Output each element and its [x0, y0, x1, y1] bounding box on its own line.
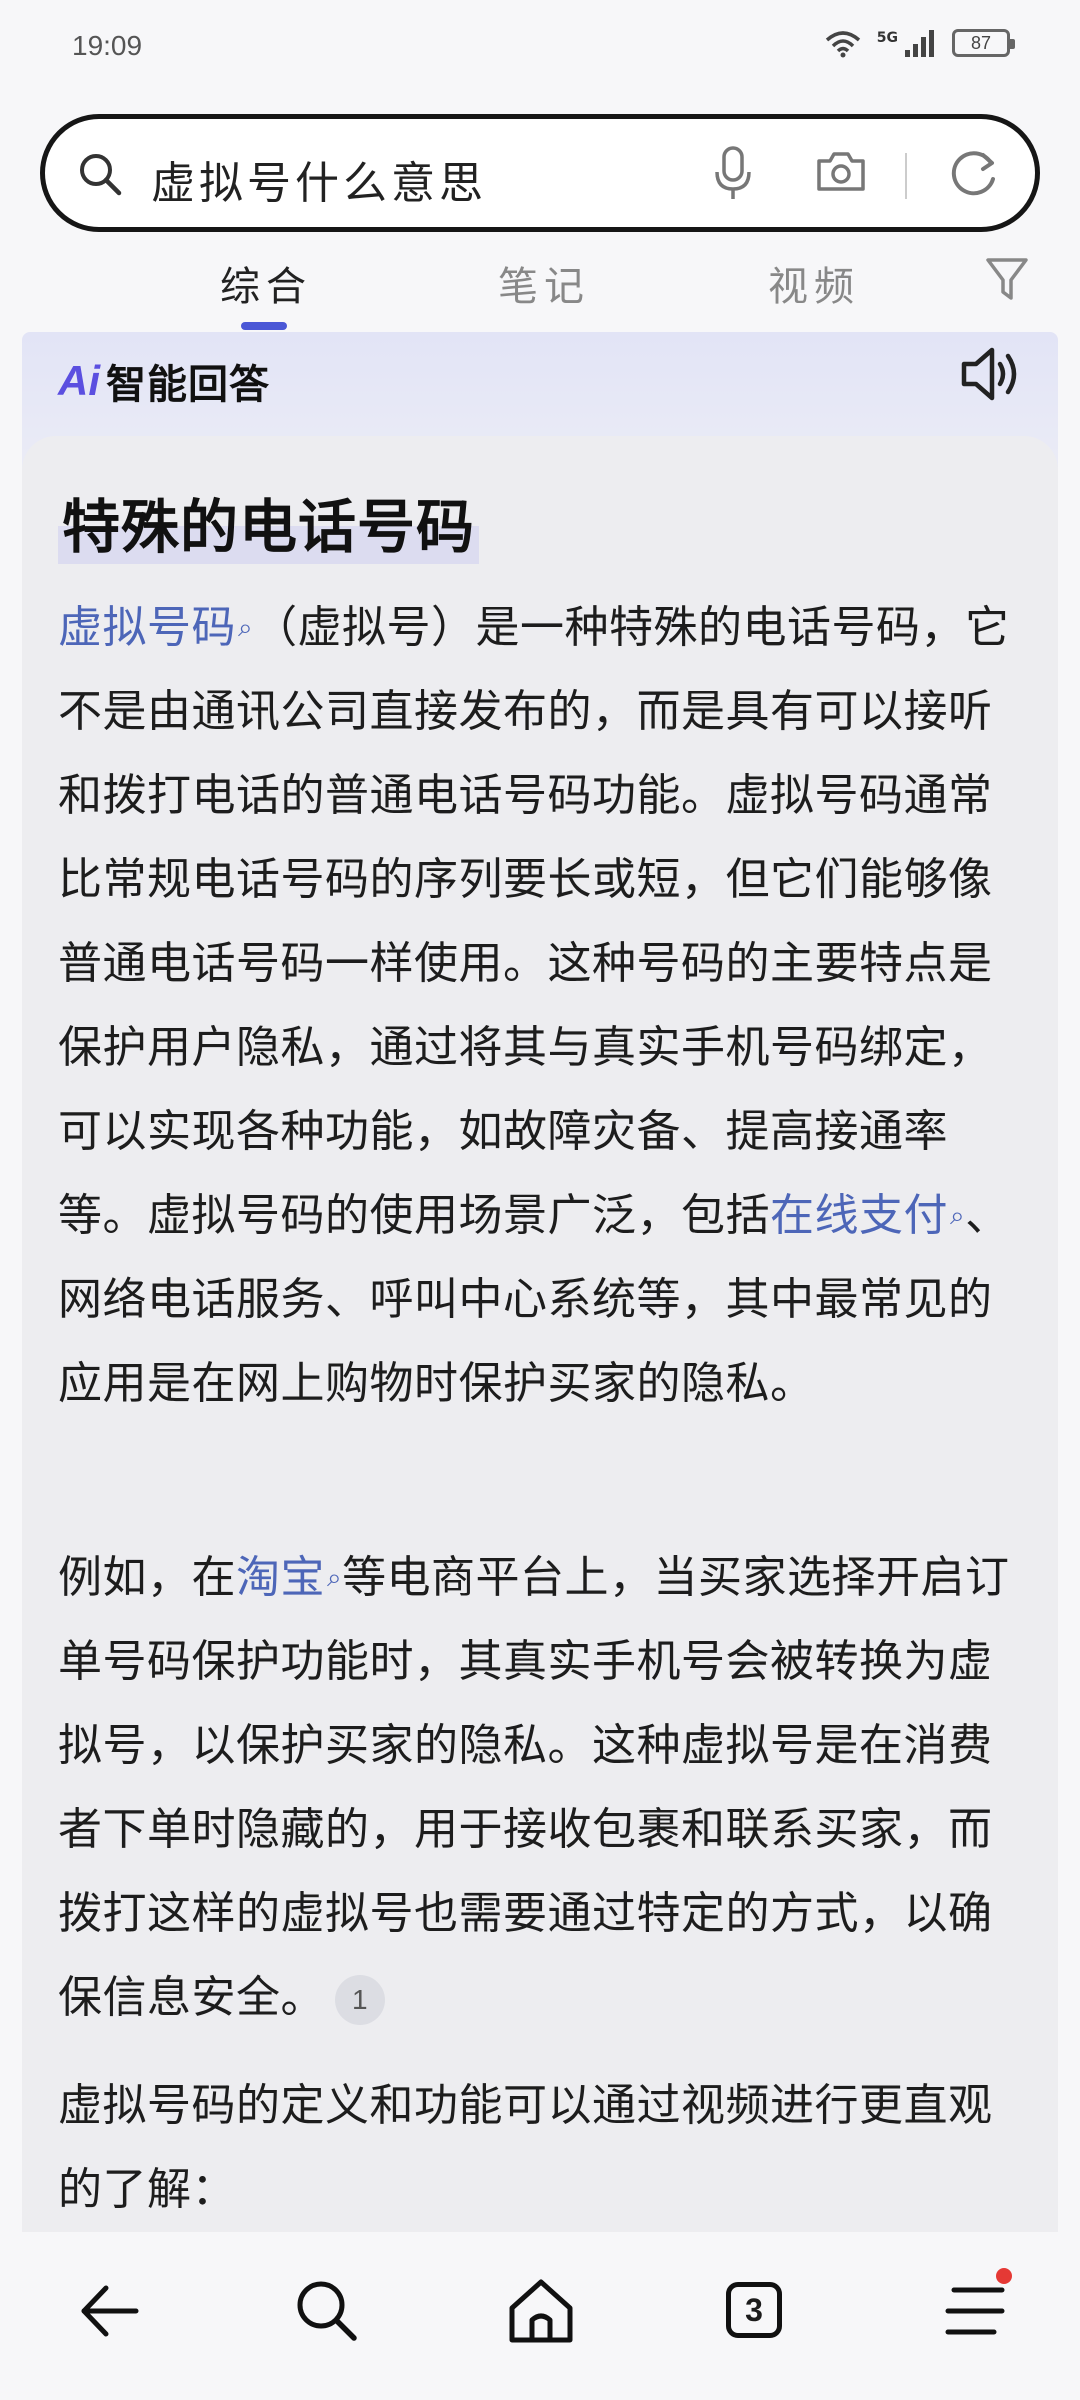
link-virtual-number[interactable]: 虚拟号码 — [58, 602, 236, 653]
bottom-navigation: 3 — [0, 2232, 1080, 2400]
ai-answer-card: 特殊的电话号码 虚拟号码⌕（虚拟号）是一种特殊的电话号码，它不是由通讯公司直接发… — [22, 436, 1058, 2236]
tab-count: 3 — [726, 2282, 782, 2338]
tabs-button[interactable]: 3 — [726, 2276, 782, 2338]
search-bar[interactable]: 虚拟号什么意思 — [40, 114, 1040, 232]
notification-dot — [996, 2268, 1012, 2284]
answer-paragraph-1: 虚拟号码⌕（虚拟号）是一种特殊的电话号码，它不是由通讯公司直接发布的，而是具有可… — [58, 586, 1018, 1426]
search-tabs: 综合 笔记 视频 — [0, 250, 1080, 330]
ai-answer-title: 智能回答 — [106, 362, 270, 408]
ai-mark: Ai — [58, 357, 100, 404]
tab-videos[interactable]: 视频 — [768, 254, 860, 312]
search-link-icon: ⌕ — [238, 613, 254, 643]
search-nav-icon[interactable] — [292, 2276, 362, 2346]
back-arrow-icon[interactable] — [76, 2276, 142, 2346]
wifi-icon — [825, 31, 860, 58]
citation-badge[interactable]: 1 — [335, 1975, 385, 2025]
network-type: 5G — [876, 30, 898, 46]
answer-paragraph-2: 例如，在淘宝⌕等电商平台上，当买家选择开启订单号码保护功能时，其真实手机号会被转… — [58, 1536, 1018, 2040]
search-input[interactable]: 虚拟号什么意思 — [151, 147, 487, 211]
tab-comprehensive[interactable]: 综合 — [220, 254, 312, 312]
link-taobao[interactable]: 淘宝 — [236, 1552, 325, 1603]
answer-title: 特殊的电话号码 — [58, 480, 480, 564]
paragraph-text: 等电商平台上，当买家选择开启订单号码保护功能时，其真实手机号会被转换为虚拟号，以… — [58, 1552, 1010, 2023]
refresh-icon[interactable] — [945, 145, 1001, 201]
tab-notes[interactable]: 笔记 — [498, 254, 590, 312]
menu-icon — [945, 2287, 1005, 2335]
signal-icon — [905, 30, 934, 57]
status-time: 19:09 — [72, 30, 143, 61]
speaker-icon[interactable] — [958, 342, 1024, 406]
status-icons: 5G 87 — [823, 28, 1015, 58]
camera-icon[interactable] — [815, 149, 867, 193]
active-tab-indicator — [241, 322, 287, 330]
battery-indicator: 87 — [952, 29, 1015, 57]
search-divider — [905, 153, 907, 199]
home-icon[interactable] — [506, 2276, 576, 2346]
battery-level: 87 — [970, 32, 992, 53]
filter-icon[interactable] — [984, 254, 1030, 304]
status-bar: 19:09 5G 87 — [0, 0, 1080, 100]
paragraph-text: 例如，在 — [58, 1552, 236, 1603]
microphone-icon[interactable] — [713, 145, 753, 203]
search-link-icon: ⌕ — [327, 1563, 343, 1593]
answer-paragraph-3: 虚拟号码的定义和功能可以通过视频进行更直观的了解： — [58, 2080, 993, 2215]
ai-answer-logo: Ai 智能回答 — [58, 352, 270, 410]
menu-button[interactable] — [944, 2268, 1012, 2350]
search-link-icon: ⌕ — [950, 1201, 966, 1231]
paragraph-text: （虚拟号）是一种特殊的电话号码，它不是由通讯公司直接发布的，而是具有可以接听和拨… — [58, 602, 1010, 1241]
link-online-payment[interactable]: 在线支付 — [770, 1190, 948, 1241]
search-icon — [80, 154, 122, 196]
